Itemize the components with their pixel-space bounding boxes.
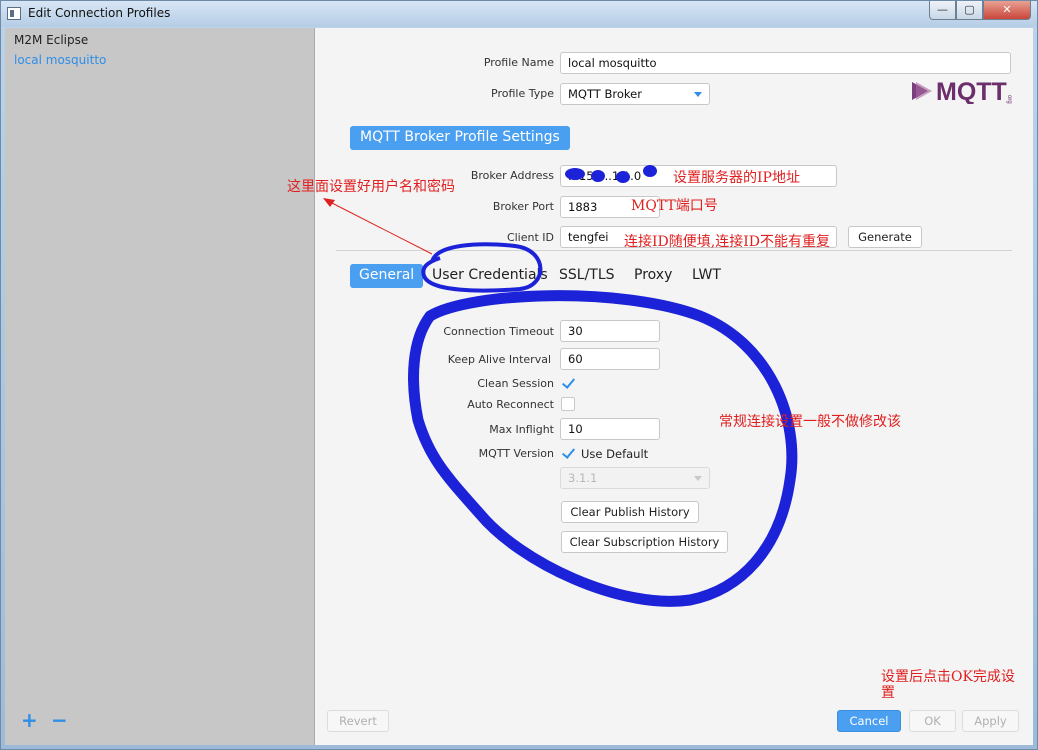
minimize-button[interactable]: — [929, 1, 956, 20]
max-inflight-input[interactable]: 10 [560, 418, 660, 440]
broker-settings-section-title: MQTT Broker Profile Settings [350, 126, 570, 150]
auto-reconnect-checkbox[interactable] [561, 397, 575, 411]
application-window: Edit Connection Profiles — ▢ ✕ M2M Eclip… [0, 0, 1038, 750]
ip-annotation: 设置服务器的IP地址 [673, 170, 800, 186]
tab-ssl-tls[interactable]: SSL/TLS [550, 264, 624, 288]
tab-general[interactable]: General [350, 264, 424, 288]
window-app-icon [7, 7, 21, 20]
close-button[interactable]: ✕ [983, 1, 1031, 20]
connection-timeout-label: Connection Timeout [443, 325, 554, 338]
tab-proxy[interactable]: Proxy [625, 264, 681, 288]
apply-button[interactable]: Apply [962, 710, 1019, 732]
dialog-content: M2M Eclipse local mosquitto + − Profile … [5, 28, 1033, 745]
broker-port-label: Broker Port [492, 200, 554, 213]
chevron-down-icon [694, 476, 702, 481]
max-inflight-label: Max Inflight [489, 423, 554, 436]
mqtt-version-select: 3.1.1 [560, 467, 710, 489]
remove-profile-button[interactable]: − [51, 708, 68, 732]
mqtt-logo-text: MQTT [936, 78, 1007, 104]
credentials-annotation: 这里面设置好用户名和密码 [287, 179, 455, 195]
chevron-down-icon [694, 92, 702, 97]
clean-session-checkbox[interactable] [561, 376, 575, 390]
mqtt-version-value: 3.1.1 [568, 471, 598, 485]
ok-button[interactable]: OK [909, 710, 956, 732]
client-id-annotation: 连接ID随便填,连接ID不能有重复 [624, 234, 830, 250]
ok-annotation-line2: 置 [881, 685, 895, 701]
port-annotation: MQTT端口号 [631, 198, 718, 214]
use-default-label: Use Default [581, 447, 649, 461]
connection-timeout-input[interactable]: 30 [560, 320, 660, 342]
ok-annotation-line1: 设置后点击OK完成设 [881, 669, 1015, 685]
profile-type-select[interactable]: MQTT Broker [560, 83, 710, 105]
mqtt-version-label: MQTT Version [478, 447, 554, 460]
auto-reconnect-label: Auto Reconnect [467, 398, 554, 411]
mqtt-logo: MQTT org [912, 78, 1012, 104]
profile-list-sidebar: M2M Eclipse local mosquitto + − [5, 28, 315, 745]
profile-item-m2m-eclipse[interactable]: M2M Eclipse [14, 33, 88, 47]
clear-publish-history-button[interactable]: Clear Publish History [561, 501, 699, 523]
maximize-button[interactable]: ▢ [956, 1, 983, 20]
title-bar[interactable]: Edit Connection Profiles — ▢ ✕ [1, 1, 1037, 27]
profile-name-label: Profile Name [483, 56, 554, 69]
client-id-label: Client ID [506, 231, 554, 244]
profile-type-value: MQTT Broker [568, 87, 642, 101]
use-default-checkbox[interactable] [561, 446, 575, 460]
profile-editor: Profile Name local mosquitto Profile Typ… [316, 28, 1033, 745]
clean-session-label: Clean Session [477, 377, 554, 390]
keep-alive-input[interactable]: 60 [560, 348, 660, 370]
keep-alive-label: Keep Alive Interval [447, 353, 551, 366]
tab-lwt[interactable]: LWT [683, 264, 730, 288]
profile-item-local-mosquitto[interactable]: local mosquitto [14, 53, 106, 67]
cancel-button[interactable]: Cancel [837, 710, 901, 732]
profile-name-input[interactable]: local mosquitto [560, 52, 1011, 74]
profile-type-label: Profile Type [491, 87, 554, 100]
add-profile-button[interactable]: + [21, 708, 38, 732]
clear-subscription-history-button[interactable]: Clear Subscription History [561, 531, 728, 553]
mqtt-logo-sub: org [1006, 95, 1012, 104]
general-annotation: 常规连接设置一般不做修改该 [719, 414, 901, 430]
generate-client-id-button[interactable]: Generate [848, 226, 922, 248]
window-title: Edit Connection Profiles [28, 6, 171, 20]
revert-button[interactable]: Revert [327, 710, 389, 732]
tab-user-credentials[interactable]: User Credentials [423, 264, 557, 288]
